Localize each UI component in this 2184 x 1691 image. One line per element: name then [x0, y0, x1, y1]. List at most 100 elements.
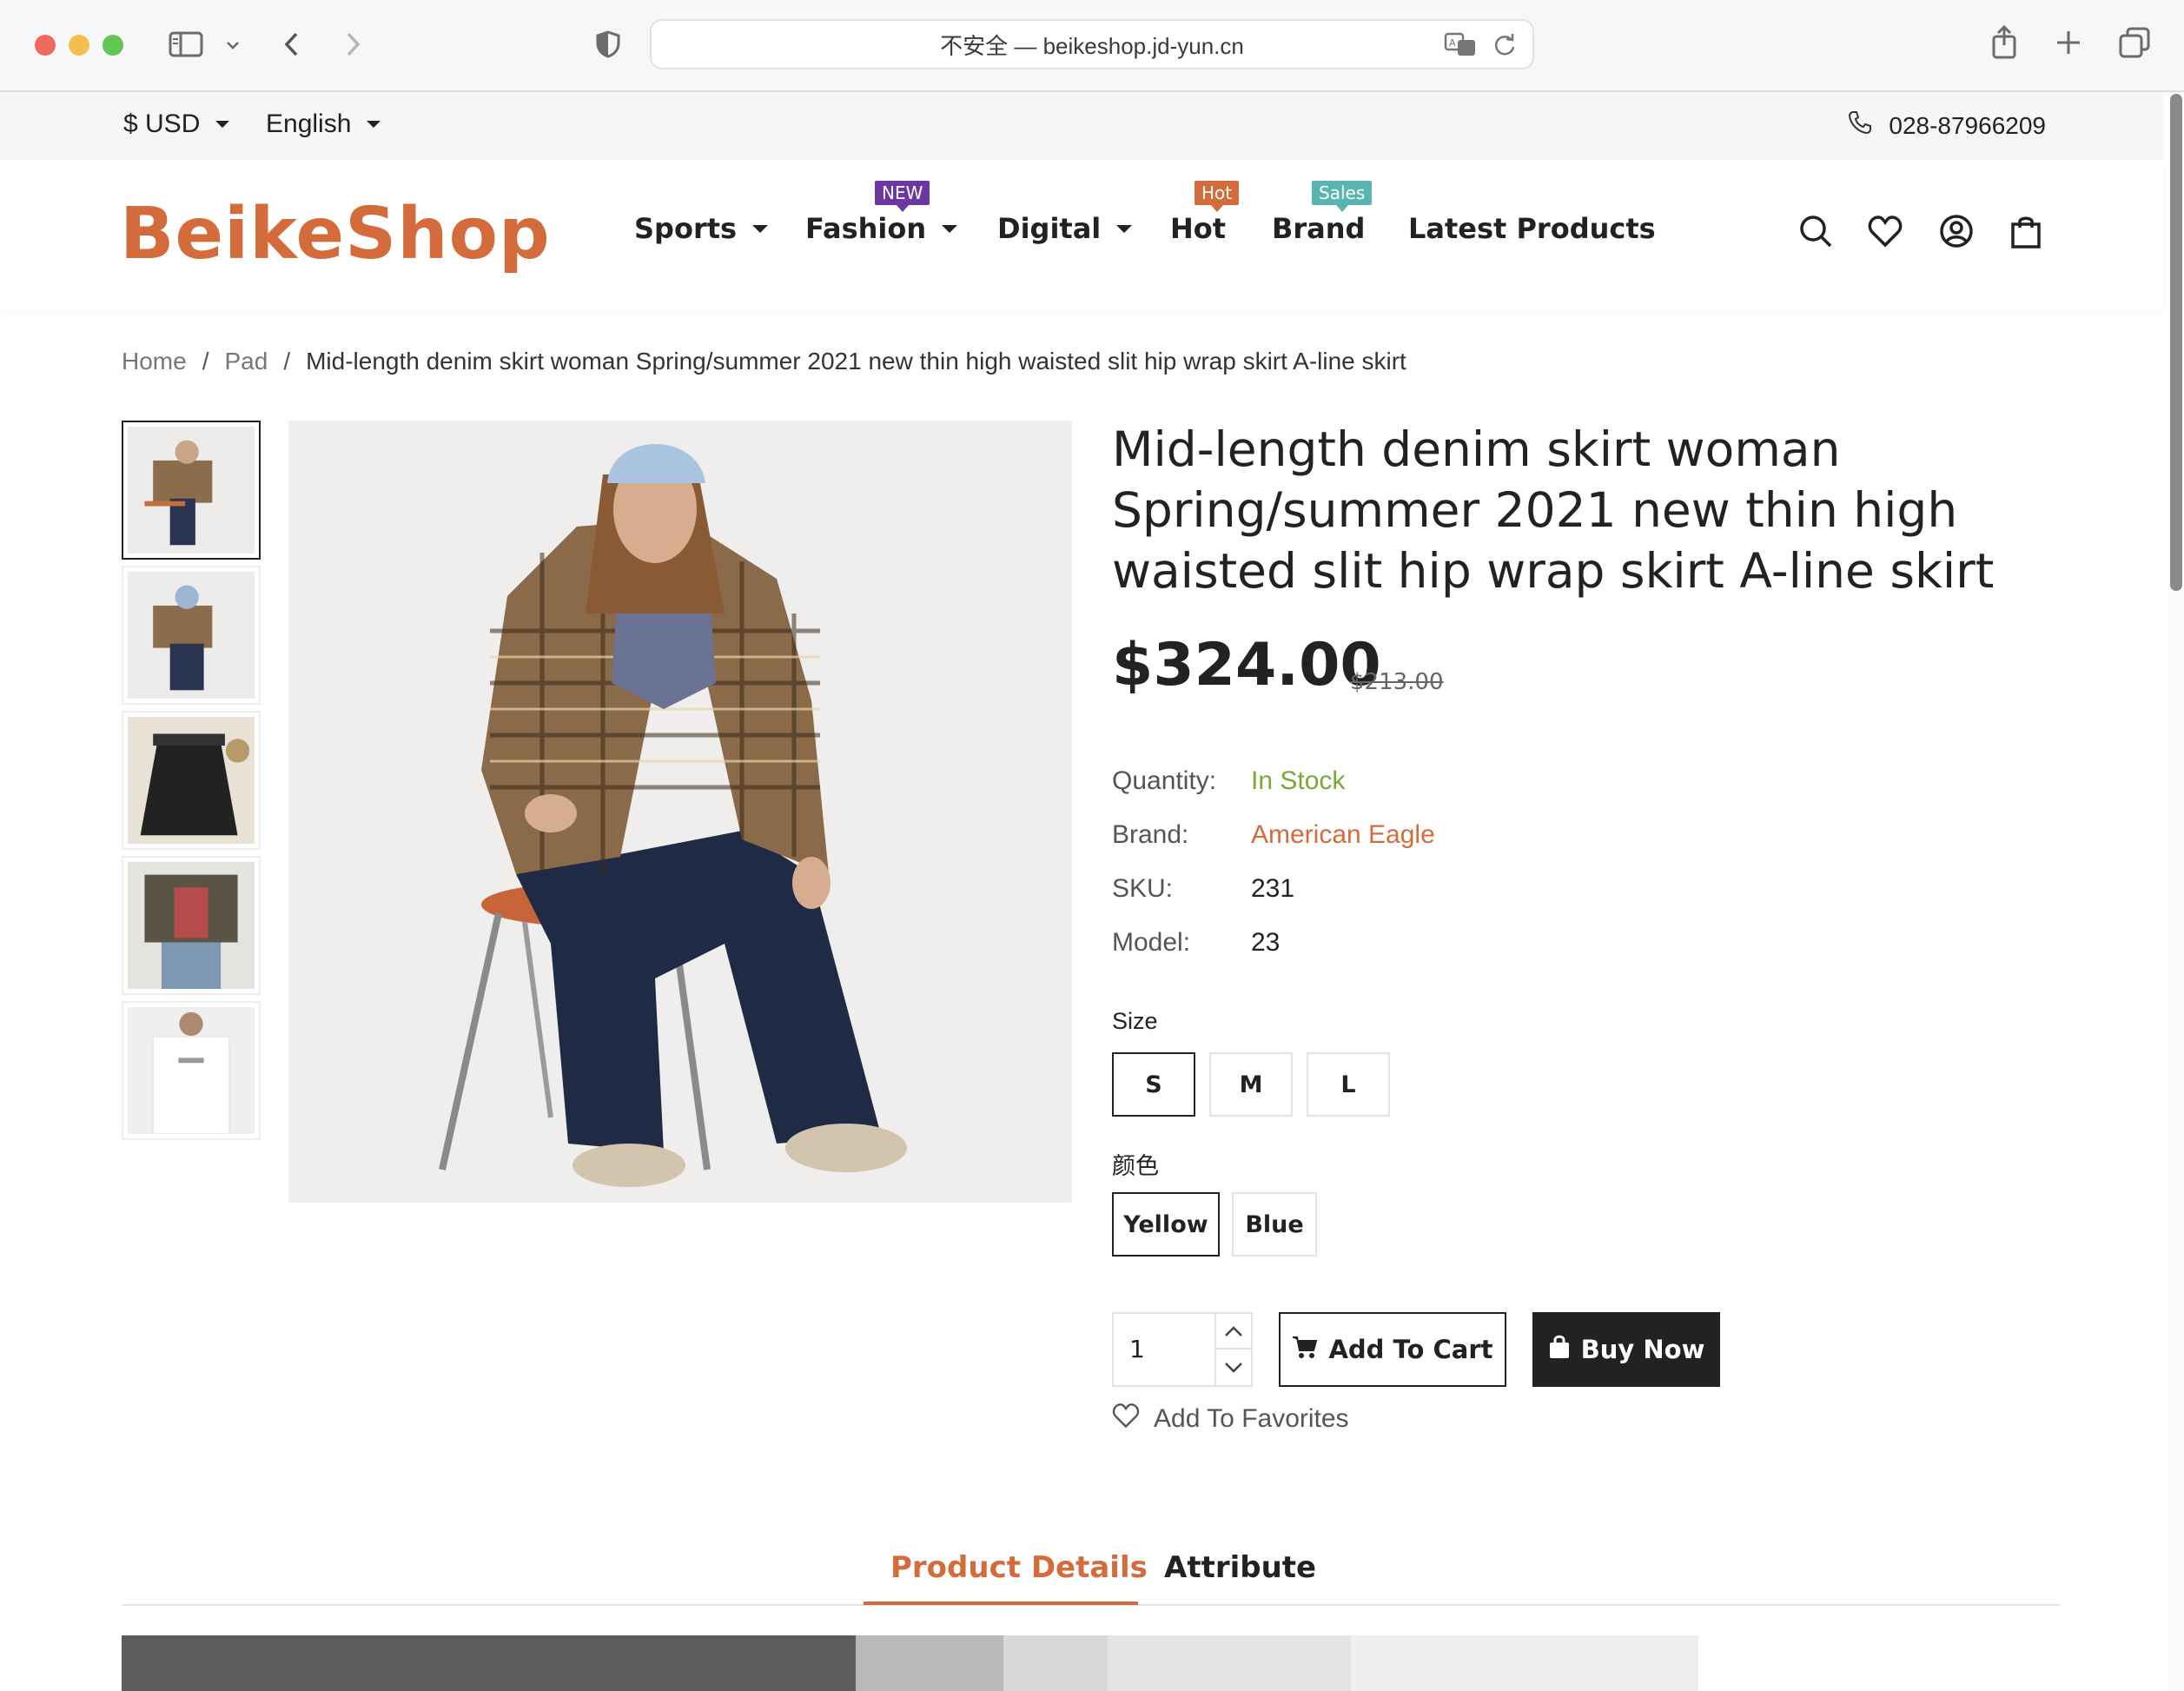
- tab-attribute[interactable]: Attribute: [1164, 1550, 1316, 1585]
- product-thumbnail-image: [128, 862, 255, 989]
- phone-number: 028-87966209: [1889, 111, 2046, 139]
- attr-value: 23: [1251, 928, 1281, 957]
- browser-toolbar: 不安全 — beikeshop.jd-yun.cn A: [0, 0, 2184, 92]
- thumbnail-4[interactable]: [122, 856, 261, 995]
- new-tab-icon[interactable]: [2054, 28, 2083, 57]
- product-title: Mid-length denim skirt woman Spring/summ…: [1112, 421, 1995, 599]
- tab-overview-icon[interactable]: [2118, 26, 2151, 59]
- size-option-l[interactable]: L: [1307, 1052, 1390, 1117]
- attr-quantity: Quantity: In Stock: [1112, 766, 1345, 796]
- url-text: 不安全 — beikeshop.jd-yun.cn: [940, 32, 1244, 59]
- breadcrumb-category[interactable]: Pad: [224, 348, 268, 375]
- color-option-yellow[interactable]: Yellow: [1112, 1192, 1220, 1257]
- shopping-bag-icon: [1548, 1334, 1571, 1366]
- breadcrumb-separator: /: [202, 348, 209, 375]
- nav-item-digital[interactable]: Digital: [997, 212, 1133, 245]
- add-to-cart-button[interactable]: Add To Cart: [1279, 1312, 1506, 1387]
- minimize-window-button[interactable]: [69, 35, 89, 56]
- translate-icon[interactable]: A: [1444, 31, 1477, 61]
- product-photo: [290, 422, 1070, 1201]
- breadcrumb: Home / Pad / Mid-length denim skirt woma…: [122, 348, 1406, 375]
- site-logo[interactable]: BeikeShop: [120, 193, 551, 275]
- color-option-blue[interactable]: Blue: [1232, 1192, 1317, 1257]
- breadcrumb-home[interactable]: Home: [122, 348, 187, 375]
- language-label: English: [266, 109, 352, 138]
- brand-link[interactable]: American Eagle: [1251, 820, 1435, 850]
- attr-value: 231: [1251, 874, 1295, 903]
- nav-label: Digital: [997, 212, 1102, 245]
- caret-down-icon: [942, 224, 958, 233]
- thumbnail-5[interactable]: [122, 1001, 261, 1140]
- search-icon[interactable]: [1797, 212, 1835, 250]
- thumbnail-list: [122, 421, 262, 1146]
- cart-bag-icon[interactable]: [2007, 212, 2045, 250]
- currency-label: $ USD: [123, 109, 201, 138]
- phone-icon: [1847, 109, 1873, 142]
- nav-item-sports[interactable]: Sports: [634, 212, 769, 245]
- language-selector[interactable]: English: [266, 109, 381, 139]
- svg-text:A: A: [1449, 37, 1456, 49]
- product-main-image[interactable]: [288, 421, 1072, 1203]
- product-thumbnail-image: [128, 427, 255, 554]
- nav-badge-new: NEW: [875, 181, 930, 212]
- quantity-input[interactable]: 1: [1129, 1335, 1145, 1363]
- zoom-window-button[interactable]: [103, 35, 123, 56]
- thumbnail-3[interactable]: [122, 711, 261, 850]
- chevron-down-icon[interactable]: [222, 36, 243, 54]
- share-icon[interactable]: [1989, 23, 2019, 61]
- nav-item-hot[interactable]: Hot Hot: [1170, 181, 1240, 245]
- wishlist-heart-icon[interactable]: [1866, 212, 1904, 250]
- add-to-cart-label: Add To Cart: [1328, 1335, 1493, 1364]
- heart-icon: [1112, 1403, 1140, 1436]
- breadcrumb-current: Mid-length denim skirt woman Spring/summ…: [306, 348, 1406, 375]
- tab-product-details[interactable]: Product Details: [890, 1550, 1148, 1585]
- nav-label: Brand: [1272, 212, 1366, 245]
- caret-down-icon: [752, 224, 769, 233]
- quantity-stepper[interactable]: 1: [1112, 1312, 1253, 1387]
- nav-label: Fashion: [805, 212, 927, 245]
- nav-label: Sports: [634, 212, 738, 245]
- active-tab-indicator: [864, 1601, 1138, 1605]
- contact-phone: 028-87966209: [1847, 109, 2046, 142]
- attr-key: SKU:: [1112, 874, 1174, 903]
- size-label: Size: [1112, 1008, 1158, 1034]
- close-window-button[interactable]: [35, 35, 56, 56]
- nav-item-fashion[interactable]: NEW Fashion: [805, 181, 958, 245]
- buy-now-button[interactable]: Buy Now: [1532, 1312, 1720, 1387]
- caret-down-icon: [215, 121, 230, 128]
- caret-down-icon: [367, 121, 381, 128]
- account-icon[interactable]: [1937, 212, 1976, 250]
- sidebar-toggle-icon[interactable]: [169, 30, 203, 59]
- site-header: BeikeShop Sports NEW Fashion Digital Hot…: [0, 160, 2163, 309]
- forward-icon[interactable]: [341, 30, 367, 59]
- size-option-s[interactable]: S: [1112, 1052, 1195, 1117]
- privacy-shield-icon[interactable]: [594, 30, 622, 59]
- product-detail-image: [122, 1635, 2061, 1691]
- size-option-m[interactable]: M: [1209, 1052, 1293, 1117]
- scrollbar-thumb[interactable]: [2170, 94, 2182, 591]
- reload-icon[interactable]: [1492, 31, 1517, 61]
- breadcrumb-separator: /: [283, 348, 291, 375]
- buy-now-label: Buy Now: [1580, 1335, 1705, 1364]
- top-bar: $ USD English 028-87966209: [0, 92, 2163, 160]
- product-thumbnail-image: [128, 1007, 255, 1135]
- attr-key: Brand:: [1112, 820, 1189, 849]
- quantity-decrease-icon[interactable]: [1216, 1349, 1251, 1385]
- address-bar[interactable]: 不安全 — beikeshop.jd-yun.cn A: [650, 19, 1534, 70]
- nav-item-brand[interactable]: Sales Brand: [1272, 181, 1373, 245]
- product-price: $324.00: [1112, 631, 1381, 700]
- currency-selector[interactable]: $ USD: [123, 109, 230, 139]
- color-label: 颜色: [1112, 1153, 1159, 1179]
- back-icon[interactable]: [278, 30, 304, 59]
- nav-badge-hot: Hot: [1195, 181, 1240, 212]
- caret-down-icon: [1116, 224, 1133, 233]
- quantity-increase-icon[interactable]: [1216, 1314, 1251, 1349]
- attr-key: Model:: [1112, 928, 1191, 957]
- thumbnail-2[interactable]: [122, 566, 261, 705]
- attr-brand: Brand: American Eagle: [1112, 820, 1435, 850]
- nav-label: Hot: [1170, 212, 1227, 245]
- thumbnail-1[interactable]: [122, 421, 261, 560]
- nav-item-latest-products[interactable]: Latest Products: [1408, 212, 1656, 245]
- attr-sku: SKU: 231: [1112, 874, 1294, 904]
- add-to-favorites-link[interactable]: Add To Favorites: [1112, 1403, 1349, 1436]
